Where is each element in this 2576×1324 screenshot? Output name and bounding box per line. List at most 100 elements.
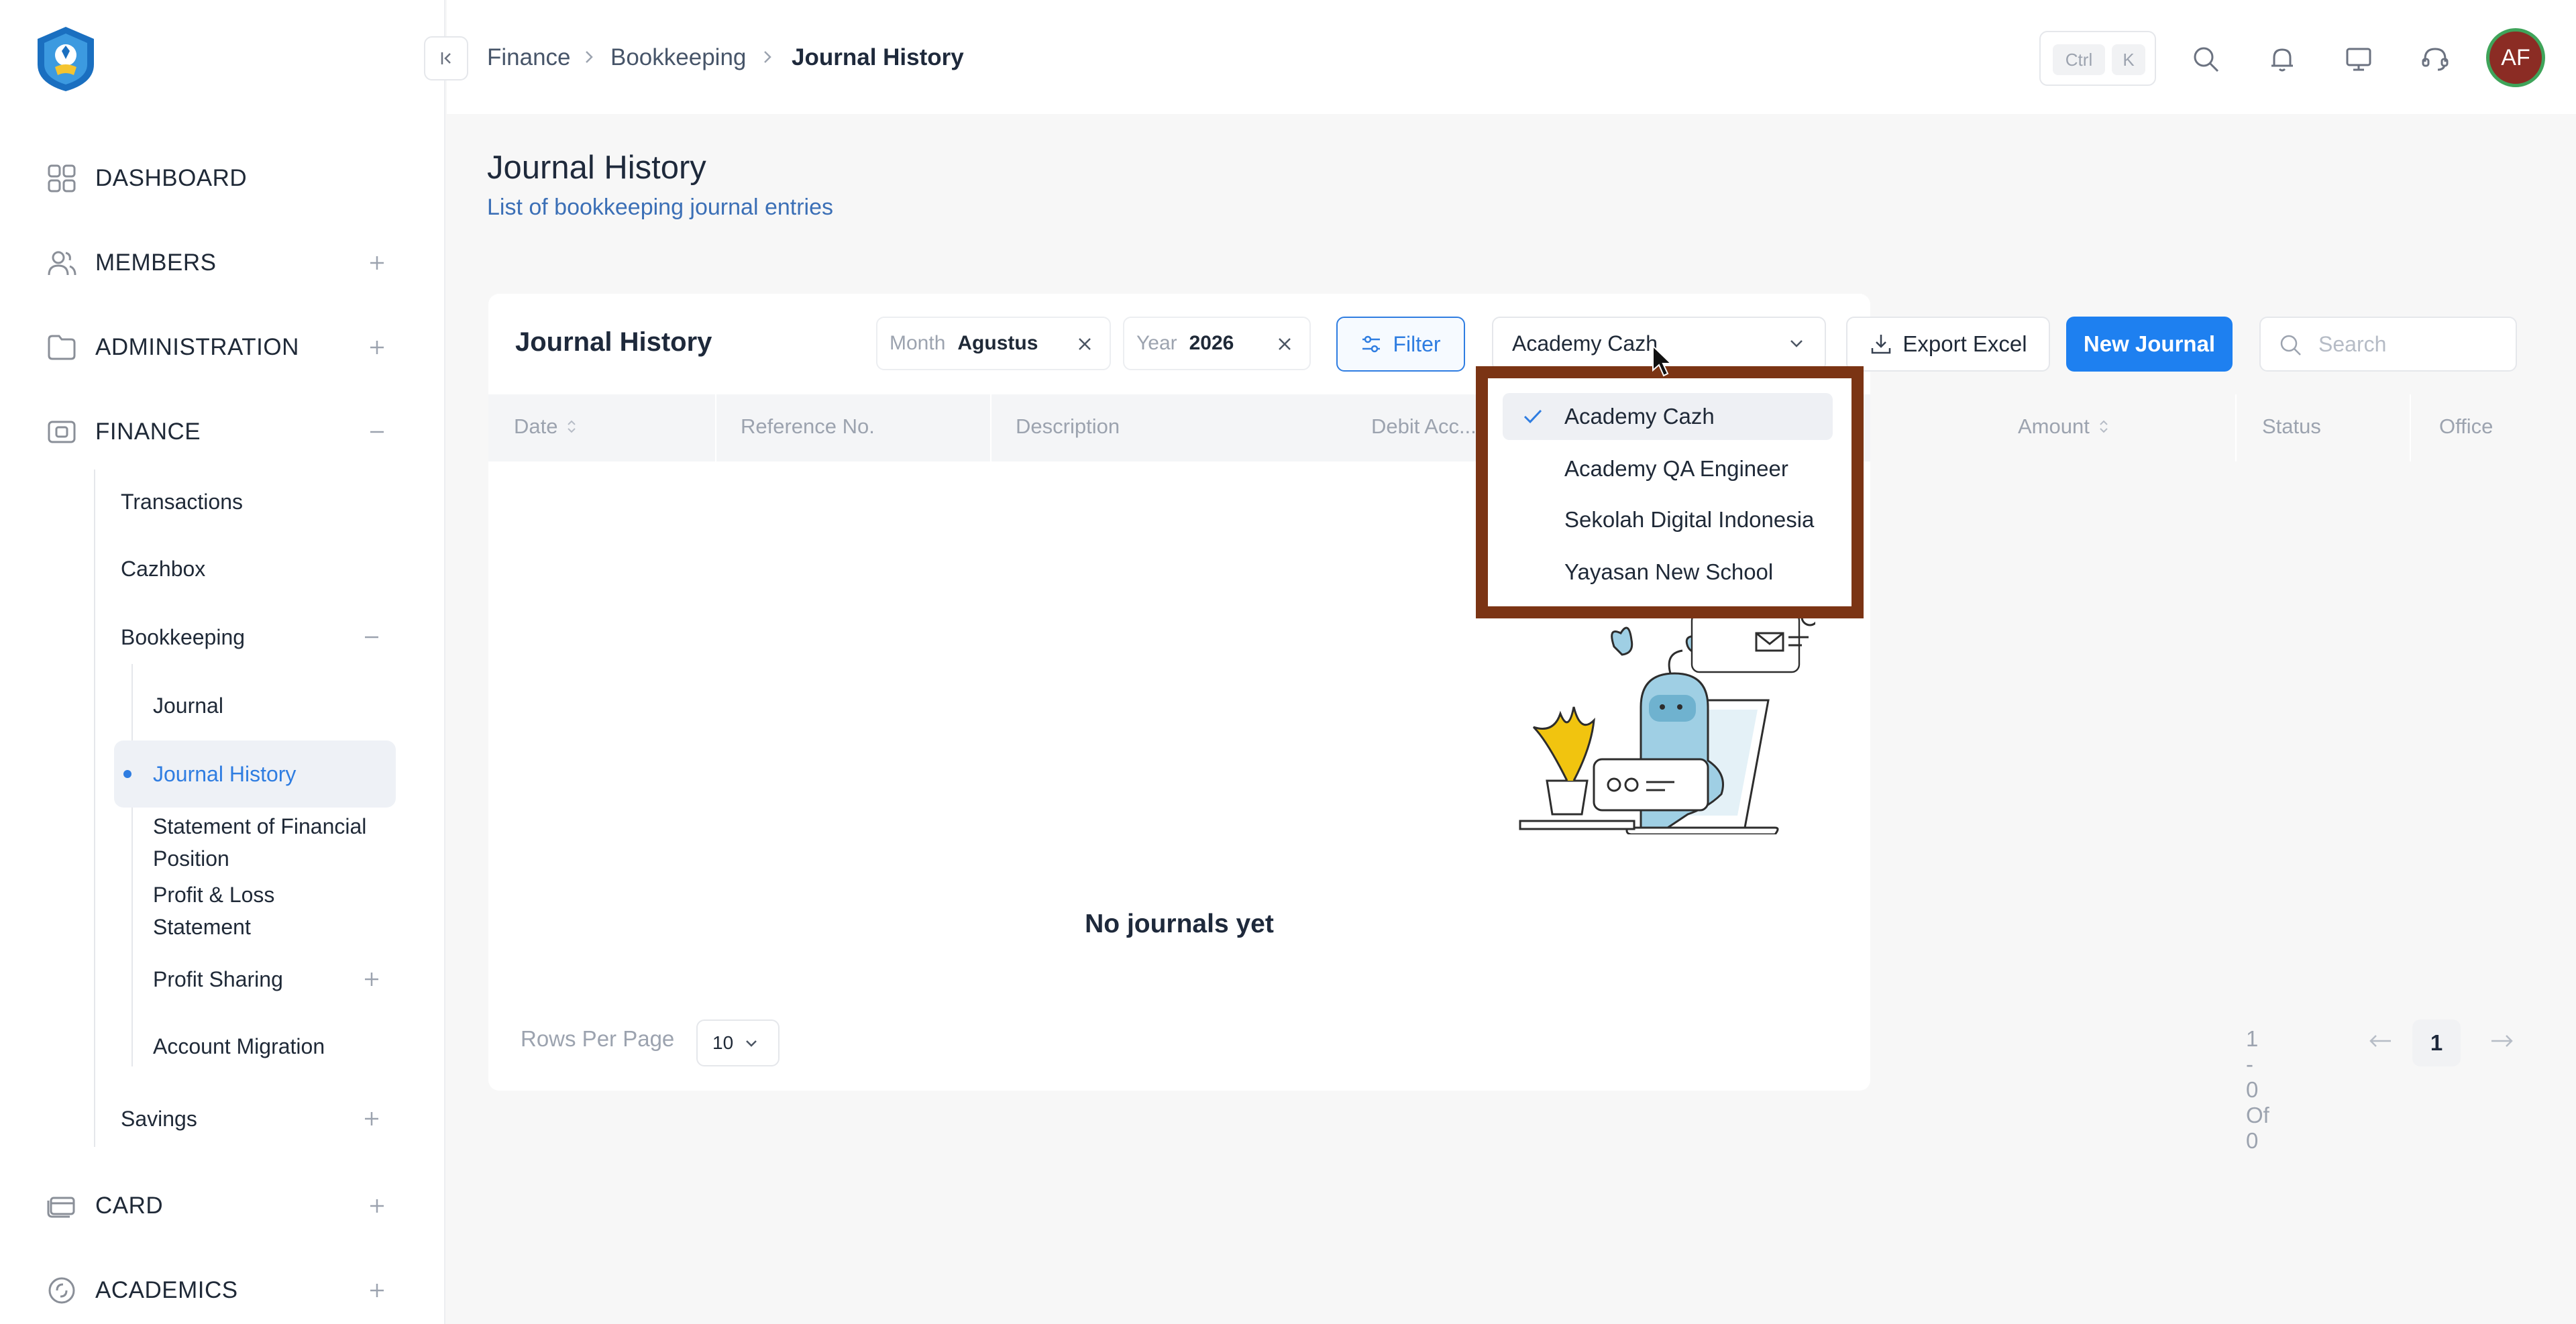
active-dot [123, 770, 131, 778]
ctrl-key: Ctrl [2053, 44, 2105, 75]
table-search[interactable] [2259, 317, 2517, 372]
column-divider [990, 394, 991, 461]
search-input[interactable] [2317, 327, 2505, 361]
column-reference-no: Reference No. [741, 415, 875, 439]
download-icon [1869, 332, 1893, 356]
nav-label: FINANCE [95, 419, 201, 445]
new-journal-button[interactable]: New Journal [2066, 317, 2233, 372]
chevron-down-icon [733, 1034, 760, 1052]
dropdown-option-academy-qa-engineer[interactable]: Academy QA Engineer [1503, 445, 1833, 492]
expand-icon[interactable] [356, 963, 388, 995]
column-divider [715, 394, 716, 461]
column-date[interactable]: Date [514, 415, 578, 439]
k-key: K [2112, 44, 2145, 75]
sort-icon [2098, 418, 2110, 435]
nav-administration[interactable]: ADMINISTRATION [44, 327, 393, 368]
collapse-sidebar-button[interactable] [424, 36, 468, 80]
expand-icon[interactable] [361, 331, 393, 364]
nav-label: DASHBOARD [95, 165, 248, 191]
sort-icon [566, 418, 578, 435]
sidebar-item-account-migration[interactable]: Account Migration [153, 1030, 325, 1062]
command-palette-shortcut[interactable]: Ctrl K [2039, 31, 2156, 86]
column-status: Status [2262, 415, 2321, 439]
column-amount[interactable]: Amount [2018, 415, 2110, 439]
chevron-right-icon [759, 47, 775, 67]
expand-icon[interactable] [361, 1274, 393, 1307]
rows-per-page-label: Rows Per Page [521, 1026, 675, 1051]
bell-icon[interactable] [2261, 38, 2304, 80]
sidebar-item-profit-sharing[interactable]: Profit Sharing [153, 963, 283, 995]
sidebar-item-transactions[interactable]: Transactions [121, 486, 243, 518]
option-label: Yayasan New School [1564, 559, 1774, 584]
month-filter-chip[interactable]: Month Agustus [876, 317, 1111, 370]
avatar[interactable]: AF [2486, 28, 2545, 87]
dropdown-option-academy-cazh[interactable]: Academy Cazh [1503, 393, 1833, 440]
card-icon [44, 1189, 79, 1223]
tree-line [94, 470, 95, 1147]
expand-icon[interactable] [356, 1103, 388, 1135]
rows-per-page-value: 10 [712, 1032, 734, 1053]
year-filter-chip[interactable]: Year 2026 [1123, 317, 1311, 370]
collapse-icon[interactable] [356, 621, 388, 653]
sidebar-item-journal[interactable]: Journal [153, 689, 223, 722]
top-bar: Finance Bookkeeping Journal History Ctrl… [424, 0, 2576, 114]
sidebar-item-savings[interactable]: Savings [121, 1103, 197, 1135]
sliders-icon [1360, 333, 1382, 355]
search-icon[interactable] [2184, 38, 2227, 80]
check-icon [1523, 408, 1543, 425]
nav-members[interactable]: MEMBERS [44, 243, 393, 283]
column-label: Status [2262, 415, 2321, 438]
rows-per-page-select[interactable]: 10 [696, 1019, 780, 1066]
empty-state-message: No journals yet [1085, 909, 1274, 938]
pagination-page-1[interactable]: 1 [2412, 1019, 2461, 1066]
sidebar-item-statement-financial-position[interactable]: Statement of Financial Position [153, 810, 394, 875]
nav-label: ADMINISTRATION [95, 334, 299, 360]
app-logo[interactable] [31, 24, 101, 94]
column-label: Reference No. [741, 415, 875, 438]
page-title: Journal History [487, 150, 706, 186]
close-icon[interactable] [1268, 327, 1301, 361]
office-select-value: Academy Cazh [1512, 331, 1658, 355]
search-icon [2278, 333, 2304, 358]
column-label: Date [514, 415, 558, 438]
arrow-left-icon[interactable] [2364, 1025, 2396, 1057]
sidebar-item-bookkeeping[interactable]: Bookkeeping [121, 621, 245, 653]
year-filter-label: Year [1136, 332, 1177, 354]
column-label: Office [2439, 415, 2493, 438]
dropdown-option-yayasan-new-school[interactable]: Yayasan New School [1503, 549, 1833, 596]
sidebar-item-journal-history[interactable]: Journal History [153, 758, 296, 790]
arrow-right-icon[interactable] [2486, 1025, 2518, 1057]
page-subtitle: List of bookkeeping journal entries [487, 195, 833, 220]
breadcrumb-bookkeeping[interactable]: Bookkeeping [610, 43, 746, 72]
breadcrumb-journal-history: Journal History [792, 44, 964, 70]
sidebar-item-profit-loss[interactable]: Profit & Loss Statement [153, 879, 327, 943]
column-description: Description [1016, 415, 1120, 439]
month-filter-value: Agustus [957, 332, 1038, 354]
pagination-info: 1 - 0 Of 0 [2246, 1026, 2269, 1153]
nav-finance[interactable]: FINANCE [44, 412, 393, 452]
column-label: Description [1016, 415, 1120, 438]
mouse-cursor-icon [1652, 345, 1674, 378]
export-excel-button[interactable]: Export Excel [1846, 317, 2050, 372]
nav-label: MEMBERS [95, 250, 217, 276]
column-divider [2235, 394, 2237, 461]
dropdown-option-sekolah-digital-indonesia[interactable]: Sekolah Digital Indonesia [1503, 496, 1833, 543]
sidebar-item-cazhbox[interactable]: Cazhbox [121, 553, 205, 585]
breadcrumb-finance[interactable]: Finance [487, 43, 571, 72]
expand-icon[interactable] [361, 1190, 393, 1222]
close-icon[interactable] [1068, 327, 1102, 361]
nav-card[interactable]: CARD [44, 1186, 393, 1226]
support-headset-icon[interactable] [2414, 38, 2457, 80]
dashboard-grid-icon [44, 161, 79, 196]
month-filter-label: Month [890, 332, 946, 354]
option-label: Sekolah Digital Indonesia [1564, 507, 1815, 532]
expand-icon[interactable] [361, 247, 393, 279]
monitor-icon[interactable] [2337, 38, 2380, 80]
option-label: Academy Cazh [1564, 404, 1715, 429]
option-label: Academy QA Engineer [1564, 456, 1788, 481]
collapse-icon[interactable] [361, 416, 393, 448]
card-title: Journal History [515, 327, 712, 357]
nav-academics[interactable]: ACADEMICS [44, 1270, 393, 1311]
filter-button[interactable]: Filter [1336, 317, 1465, 372]
nav-dashboard[interactable]: DASHBOARD [44, 158, 393, 199]
